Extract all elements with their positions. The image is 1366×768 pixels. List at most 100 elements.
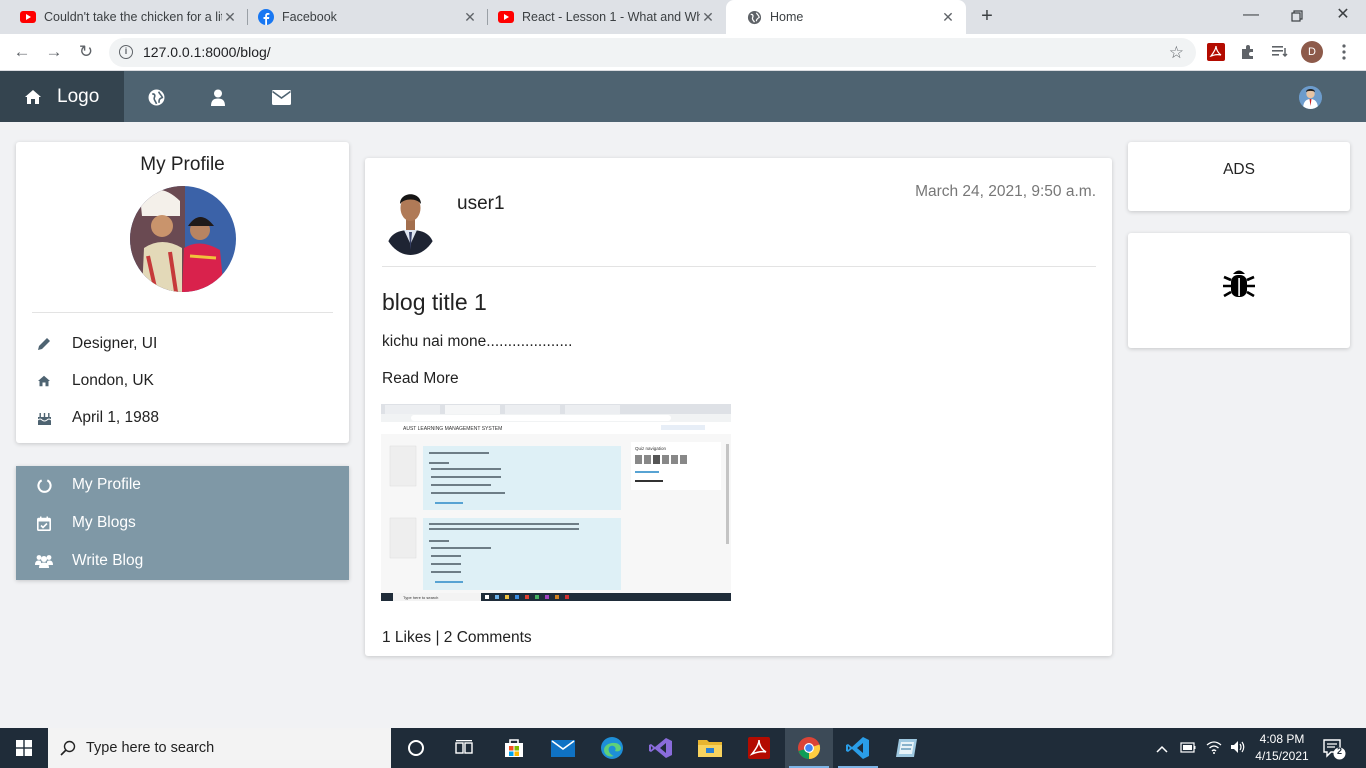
taskbar-clock[interactable]: 4:08 PM 4/15/2021 xyxy=(1252,731,1312,765)
acrobat-icon[interactable] xyxy=(735,728,783,768)
reload-icon[interactable]: ↻ xyxy=(74,40,98,64)
post-body: kichu nai mone.................... xyxy=(382,333,573,350)
post-date: March 24, 2021, 9:50 a.m. xyxy=(915,183,1096,200)
profile-occupation-row: Designer, UI xyxy=(34,333,157,355)
cortana-icon[interactable] xyxy=(392,728,440,768)
profile-card: My Profile Designer, UI London, UK April… xyxy=(16,142,349,443)
menu-item-my-blogs[interactable]: My Blogs xyxy=(34,512,136,534)
tab-home[interactable]: Home ✕ xyxy=(726,0,966,34)
chrome-icon[interactable] xyxy=(785,728,833,768)
file-explorer-icon[interactable] xyxy=(686,728,734,768)
notification-count: 2 xyxy=(1336,746,1342,756)
tab-title: Home xyxy=(770,10,804,24)
mail-icon[interactable] xyxy=(539,728,587,768)
envelope-icon[interactable] xyxy=(270,86,292,108)
edge-icon[interactable] xyxy=(588,728,636,768)
notification-center-icon[interactable]: 2 xyxy=(1322,736,1346,760)
tab-title: Couldn't take the chicken for a lit xyxy=(44,10,222,24)
restore-button[interactable] xyxy=(1274,0,1320,34)
more-menu-icon[interactable] xyxy=(1334,42,1354,62)
bug-card xyxy=(1128,233,1350,348)
tab-youtube-react[interactable]: React - Lesson 1 - What and Why ✕ xyxy=(478,0,726,34)
close-icon[interactable]: ✕ xyxy=(700,9,716,26)
browser-profile-avatar[interactable]: D xyxy=(1301,41,1323,63)
forward-arrow-icon[interactable]: → xyxy=(42,40,66,64)
menu-item-label: Write Blog xyxy=(72,552,144,569)
user-icon[interactable] xyxy=(207,86,229,108)
blog-post-card: user1 March 24, 2021, 9:50 a.m. blog tit… xyxy=(365,158,1112,656)
pdf-extension-icon[interactable] xyxy=(1206,42,1226,62)
globe-icon[interactable] xyxy=(145,86,167,108)
ads-label: ADS xyxy=(1223,161,1255,178)
menu-item-label: My Blogs xyxy=(72,514,136,531)
profile-birthday-row: April 1, 1988 xyxy=(34,407,159,429)
store-icon[interactable] xyxy=(490,728,538,768)
globe-icon xyxy=(746,9,762,25)
image-search-text: Type here to search xyxy=(403,595,438,600)
window-close-button[interactable]: ✕ xyxy=(1320,0,1366,34)
home-icon xyxy=(25,89,41,104)
volume-icon[interactable] xyxy=(1230,740,1246,757)
info-icon[interactable]: i xyxy=(119,45,133,59)
profile-avatar xyxy=(130,186,236,292)
vscode-icon[interactable] xyxy=(834,728,882,768)
close-icon[interactable]: ✕ xyxy=(222,9,238,26)
new-tab-button[interactable]: + xyxy=(975,5,999,29)
profile-occupation: Designer, UI xyxy=(72,335,158,352)
windows-start-icon[interactable] xyxy=(0,728,48,768)
taskbar-search-placeholder: Type here to search xyxy=(86,740,215,756)
image-header-text: AUST LEARNING MANAGEMENT SYSTEM xyxy=(403,426,502,432)
back-arrow-icon[interactable]: ← xyxy=(10,40,34,64)
youtube-icon xyxy=(498,9,514,25)
minimize-button[interactable]: — xyxy=(1228,0,1274,34)
bookmark-star-icon[interactable]: ☆ xyxy=(1169,38,1184,67)
profile-title: My Profile xyxy=(140,154,225,175)
profile-birthday: April 1, 1988 xyxy=(72,409,160,426)
visual-studio-icon[interactable] xyxy=(637,728,685,768)
bug-icon xyxy=(1222,266,1256,300)
post-author-name[interactable]: user1 xyxy=(457,193,505,215)
post-title: blog title 1 xyxy=(382,289,487,315)
birthday-cake-icon xyxy=(34,411,54,425)
address-bar: ← → ↻ i 127.0.0.1:8000/blog/ ☆ xyxy=(0,34,1366,71)
stats-separator: | xyxy=(435,629,440,646)
close-icon[interactable]: ✕ xyxy=(462,9,478,26)
clock-date: 4/15/2021 xyxy=(1255,749,1309,763)
read-more-link[interactable]: Read More xyxy=(382,370,459,388)
taskbar-search-input[interactable]: Type here to search xyxy=(48,728,391,768)
url-text: 127.0.0.1:8000/blog/ xyxy=(143,44,271,60)
post-stats: 1 Likes | 2 Comments xyxy=(382,629,532,647)
task-view-icon[interactable] xyxy=(440,728,488,768)
reading-list-icon[interactable] xyxy=(1270,42,1290,62)
pencil-icon xyxy=(34,337,54,351)
wifi-icon[interactable] xyxy=(1206,740,1222,757)
likes-count[interactable]: 1 Likes xyxy=(382,629,431,646)
home-icon xyxy=(34,375,54,387)
menu-item-my-profile[interactable]: My Profile xyxy=(34,474,141,496)
brand-label: Logo xyxy=(57,85,100,107)
tab-facebook[interactable]: Facebook ✕ xyxy=(238,0,488,34)
windows-taskbar: Type here to search 4:08 PM 4/15/2021 2 xyxy=(0,728,1366,768)
profile-divider xyxy=(32,312,333,313)
clock-time: 4:08 PM xyxy=(1259,732,1305,746)
tab-youtube-chicken[interactable]: Couldn't take the chicken for a lit ✕ xyxy=(0,0,248,34)
calculator-app-icon[interactable] xyxy=(883,728,931,768)
ads-card: ADS xyxy=(1128,142,1350,211)
brand-link[interactable]: Logo xyxy=(0,71,124,122)
site-navbar: Logo xyxy=(0,71,1366,122)
tab-title: React - Lesson 1 - What and Why xyxy=(522,10,700,24)
browser-tab-strip: Couldn't take the chicken for a lit ✕ Fa… xyxy=(0,0,1366,34)
search-icon xyxy=(60,740,76,756)
facebook-icon xyxy=(258,9,274,25)
extensions-puzzle-icon[interactable] xyxy=(1238,42,1258,62)
navbar-user-avatar[interactable] xyxy=(1299,86,1322,109)
close-icon[interactable]: ✕ xyxy=(940,9,956,26)
post-author-avatar xyxy=(382,180,439,255)
system-tray xyxy=(1156,728,1246,768)
chevron-up-icon[interactable] xyxy=(1156,741,1168,756)
comments-count[interactable]: 2 Comments xyxy=(444,629,532,646)
url-input[interactable]: i 127.0.0.1:8000/blog/ ☆ xyxy=(109,38,1196,67)
menu-item-write-blog[interactable]: Write Blog xyxy=(34,550,143,572)
battery-icon[interactable] xyxy=(1180,741,1196,756)
users-icon xyxy=(34,554,54,568)
